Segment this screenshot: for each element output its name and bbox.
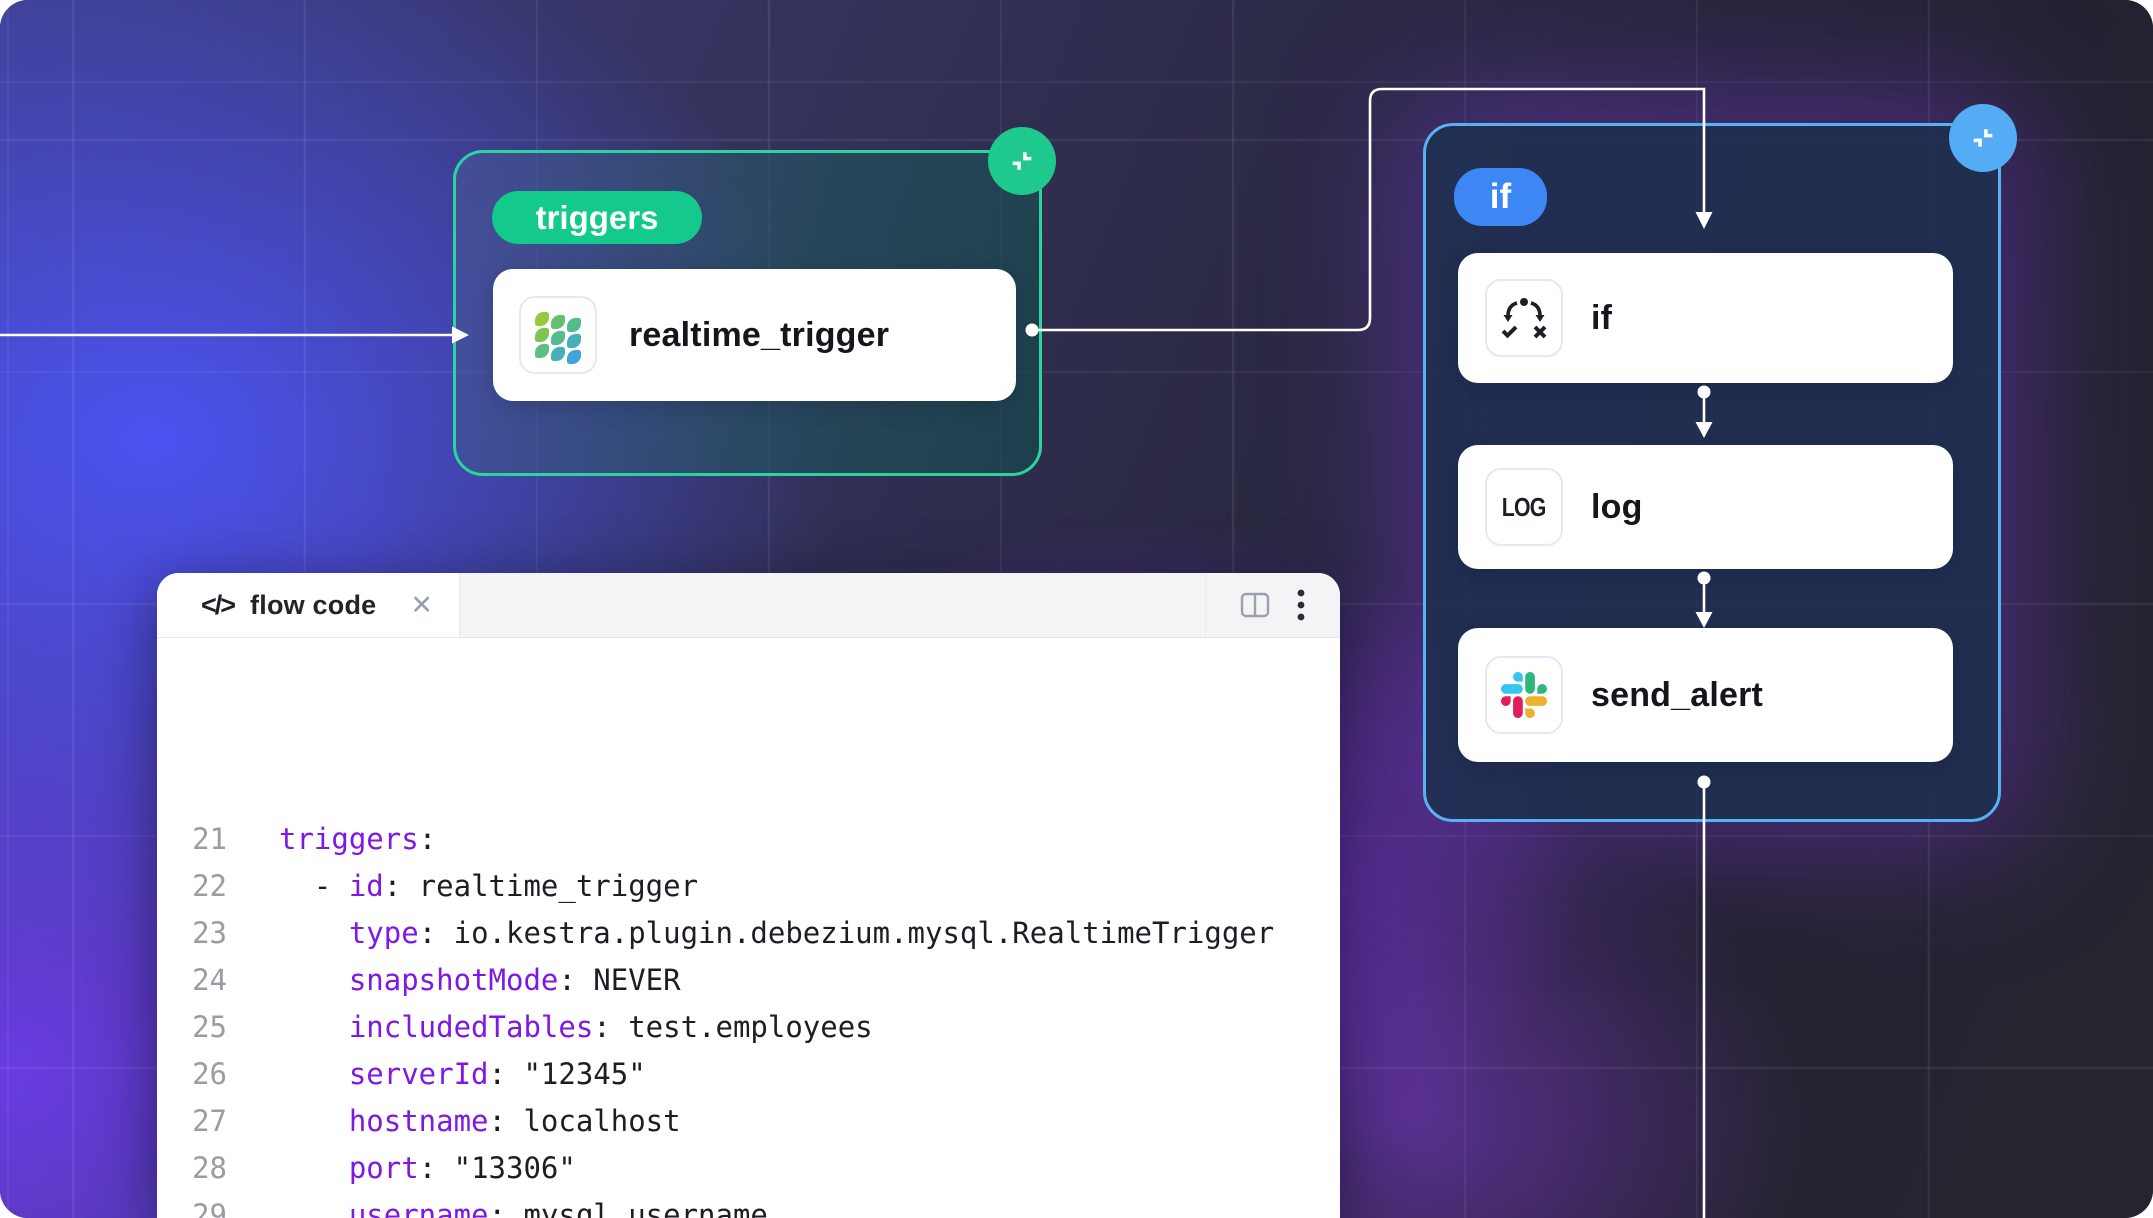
yaml-code-editor[interactable]: 21 triggers: 22 - id: realtime_trigger 2… <box>157 638 1340 1218</box>
collapse-icon <box>1008 147 1036 175</box>
close-icon[interactable]: ✕ <box>410 590 433 621</box>
task-card-log[interactable]: LOG log <box>1458 445 1953 569</box>
code-line: 25 includedTables: test.employees <box>171 1004 1340 1051</box>
code-line: 22 - id: realtime_trigger <box>171 863 1340 910</box>
line-number: 26 <box>171 1051 227 1098</box>
task-card-if[interactable]: if <box>1458 253 1953 383</box>
code-text: snapshotMode: NEVER <box>279 957 681 1004</box>
task-icon-tile: LOG <box>1485 468 1563 546</box>
line-number: 27 <box>171 1098 227 1145</box>
task-card-realtime-trigger[interactable]: realtime_trigger <box>493 269 1016 401</box>
code-line: 26 serverId: "12345" <box>171 1051 1340 1098</box>
code-line: 21 triggers: <box>171 816 1340 863</box>
collapse-triggers-button[interactable] <box>988 127 1056 195</box>
code-text: port: "13306" <box>279 1145 576 1192</box>
flow-code-panel: </> flow code ✕ 21 triggers: <box>157 573 1340 1218</box>
task-label: log <box>1591 488 1643 527</box>
task-label: realtime_trigger <box>629 316 889 355</box>
line-number: 23 <box>171 910 227 957</box>
log-icon: LOG <box>1502 492 1546 523</box>
task-card-send-alert[interactable]: send_alert <box>1458 628 1953 762</box>
line-number: 22 <box>171 863 227 910</box>
editor-toolbar <box>1205 573 1340 637</box>
line-number: 24 <box>171 957 227 1004</box>
line-number: 28 <box>171 1145 227 1192</box>
code-line: 29 username: mysql_username <box>171 1192 1340 1218</box>
line-number: 29 <box>171 1192 227 1218</box>
code-line: 27 hostname: localhost <box>171 1098 1340 1145</box>
task-icon-tile <box>1485 656 1563 734</box>
if-badge: if <box>1454 168 1547 226</box>
code-text: hostname: localhost <box>279 1098 681 1145</box>
code-line: 24 snapshotMode: NEVER <box>171 957 1340 1004</box>
code-text: - id: realtime_trigger <box>279 863 698 910</box>
if-branch-icon <box>1501 295 1547 341</box>
editor-tab-bar: </> flow code ✕ <box>157 573 1340 638</box>
kebab-menu-icon[interactable] <box>1296 588 1306 622</box>
tab-label: flow code <box>250 590 376 621</box>
triggers-group-node[interactable]: triggers realtime_trigger <box>453 150 1042 476</box>
code-line: 28 port: "13306" <box>171 1145 1340 1192</box>
kestra-topology-screen: triggers realtime_trigger if <box>0 0 2153 1218</box>
slack-icon <box>1501 672 1547 718</box>
code-line: 23 type: io.kestra.plugin.debezium.mysql… <box>171 910 1340 957</box>
code-text: type: io.kestra.plugin.debezium.mysql.Re… <box>279 910 1274 957</box>
debezium-grid-icon <box>535 312 581 358</box>
if-group-node[interactable]: if if LOG log <box>1423 123 2001 822</box>
code-icon: </> <box>201 590 234 621</box>
task-label: if <box>1591 299 1612 338</box>
collapse-icon <box>1969 124 1997 152</box>
code-text: triggers: <box>279 816 436 863</box>
triggers-badge: triggers <box>492 191 702 244</box>
task-label: send_alert <box>1591 676 1763 715</box>
tab-flow-code[interactable]: </> flow code ✕ <box>157 573 460 637</box>
line-number: 21 <box>171 816 227 863</box>
code-text: username: mysql_username <box>279 1192 768 1218</box>
code-text: includedTables: test.employees <box>279 1004 873 1051</box>
split-view-icon[interactable] <box>1240 592 1270 618</box>
line-number: 25 <box>171 1004 227 1051</box>
task-icon-tile <box>1485 279 1563 357</box>
code-text: serverId: "12345" <box>279 1051 646 1098</box>
task-icon-tile <box>519 296 597 374</box>
collapse-if-button[interactable] <box>1949 104 2017 172</box>
